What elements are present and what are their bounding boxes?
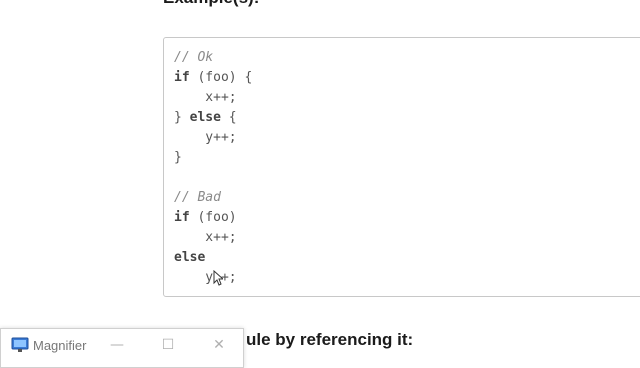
code-line: y++; — [174, 130, 237, 145]
code-line: else — [174, 250, 206, 265]
magnifier-window[interactable]: Magnifier — ☐ ✕ — [0, 328, 244, 368]
magnifier-app-icon — [11, 337, 29, 352]
close-button[interactable]: ✕ — [209, 335, 229, 355]
code-text: // Ok if (foo) { x++;} else { y++;}// Bad… — [174, 48, 252, 288]
minimize-button[interactable]: — — [107, 335, 127, 355]
section-text: ule by referencing it: — [246, 330, 414, 349]
code-block: // Ok if (foo) { x++;} else { y++;}// Bad… — [163, 37, 640, 297]
code-line: // Ok — [174, 50, 214, 65]
code-brace: } — [174, 110, 190, 125]
code-rest: (foo) { — [189, 70, 253, 85]
text-cursor-icon — [213, 270, 223, 286]
code-line: x++; — [174, 90, 237, 105]
code-line: x++; — [174, 230, 237, 245]
section-heading: Example(s): — [163, 0, 259, 8]
code-rest: { — [220, 110, 237, 125]
code-line: if (foo) { — [174, 68, 252, 88]
code-line: if (foo) — [174, 208, 252, 228]
page-gutter — [0, 0, 140, 360]
maximize-button[interactable]: ☐ — [158, 335, 178, 355]
code-rest: (foo) — [189, 210, 237, 225]
code-keyword: else — [189, 110, 221, 125]
code-line: } — [174, 150, 182, 165]
window-title: Magnifier — [33, 338, 87, 353]
code-line: } else { — [174, 108, 252, 128]
code-keyword: if — [174, 210, 190, 225]
code-keyword: if — [174, 70, 190, 85]
code-line: // Bad — [174, 190, 221, 205]
